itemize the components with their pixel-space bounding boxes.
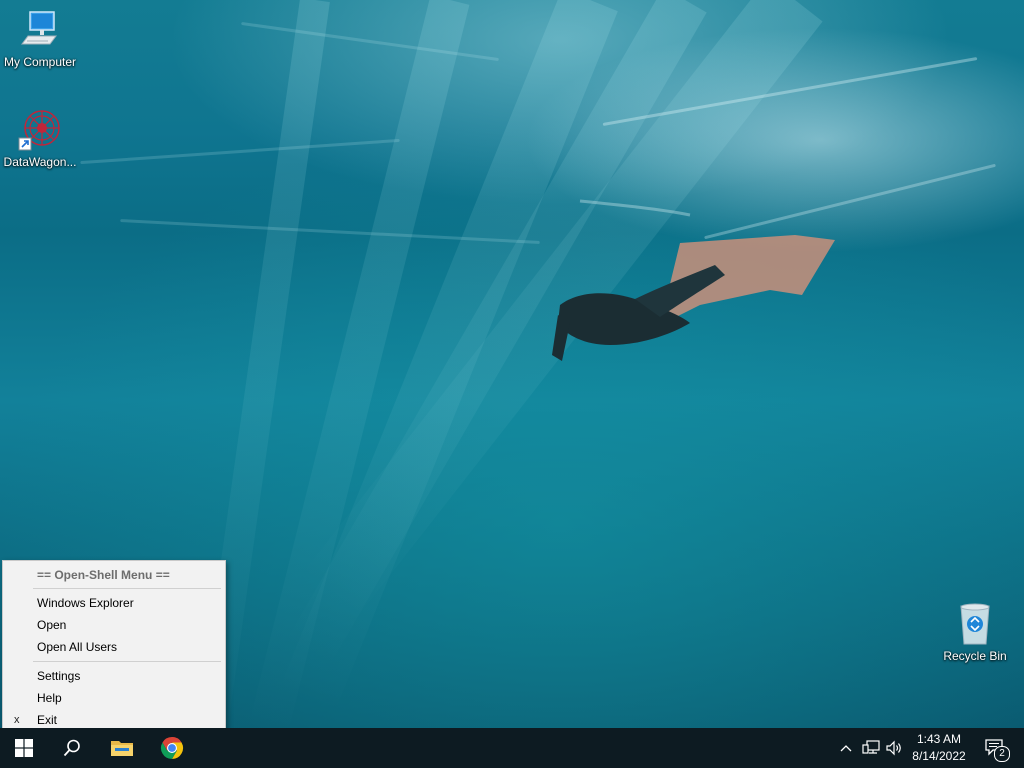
menu-item-label: Open [37, 618, 67, 632]
menu-separator [33, 661, 221, 662]
menu-item-label: Help [37, 691, 62, 705]
volume-icon [886, 740, 901, 756]
menu-item-open[interactable]: Open [3, 614, 225, 636]
desktop-icon-datawagon[interactable]: DataWagon... [0, 108, 80, 169]
taskbar: 1:43 AM 8/14/2022 2 [0, 728, 1024, 768]
clock-time: 1:43 AM [916, 732, 962, 746]
taskbar-clock[interactable]: 1:43 AM 8/14/2022 [906, 731, 972, 765]
chevron-up-icon [840, 745, 852, 752]
desktop-icon-my-computer[interactable]: My Computer [0, 8, 80, 69]
action-center-button[interactable]: 2 [980, 728, 1010, 768]
clock-date: 8/14/2022 [912, 749, 966, 763]
search-icon [63, 739, 80, 757]
menu-header: == Open-Shell Menu == [37, 568, 170, 582]
menu-item-open-all-users[interactable]: Open All Users [3, 636, 225, 658]
datawagon-shortcut-icon [18, 108, 62, 152]
surface-wave [80, 138, 400, 165]
recycle-bin-icon [953, 602, 997, 646]
volume-tray-button[interactable] [884, 728, 906, 768]
menu-item-label: Settings [37, 669, 81, 683]
start-button[interactable] [0, 728, 48, 768]
swimmer-image [552, 199, 835, 361]
search-button[interactable] [48, 728, 96, 768]
menu-item-label: Exit [37, 713, 58, 727]
desktop-icon-label: My Computer [3, 55, 77, 69]
file-explorer-icon [111, 741, 133, 756]
file-explorer-button[interactable] [98, 728, 146, 768]
network-icon [862, 740, 880, 754]
windows-start-icon [15, 739, 33, 757]
notification-count-badge: 2 [994, 746, 1010, 762]
menu-item-label: Open All Users [37, 640, 118, 654]
chrome-button[interactable] [148, 728, 196, 768]
menu-item-label: Windows Explorer [37, 596, 134, 610]
desktop-icon-recycle-bin[interactable]: Recycle Bin [935, 602, 1015, 663]
menu-item-windows-explorer[interactable]: Windows Explorer [3, 592, 225, 614]
computer-icon [18, 8, 62, 52]
desktop-icon-label: DataWagon... [3, 155, 77, 169]
chrome-icon [160, 737, 184, 759]
network-tray-button[interactable] [860, 728, 882, 768]
menu-item-settings[interactable]: Settings [3, 665, 225, 687]
desktop-icon-label: Recycle Bin [943, 649, 1007, 663]
menu-item-help[interactable]: Help [3, 687, 225, 709]
open-shell-context-menu: == Open-Shell Menu == Windows Explorer O… [2, 560, 226, 732]
show-hidden-icons-button[interactable] [836, 728, 856, 768]
menu-separator [33, 588, 221, 589]
